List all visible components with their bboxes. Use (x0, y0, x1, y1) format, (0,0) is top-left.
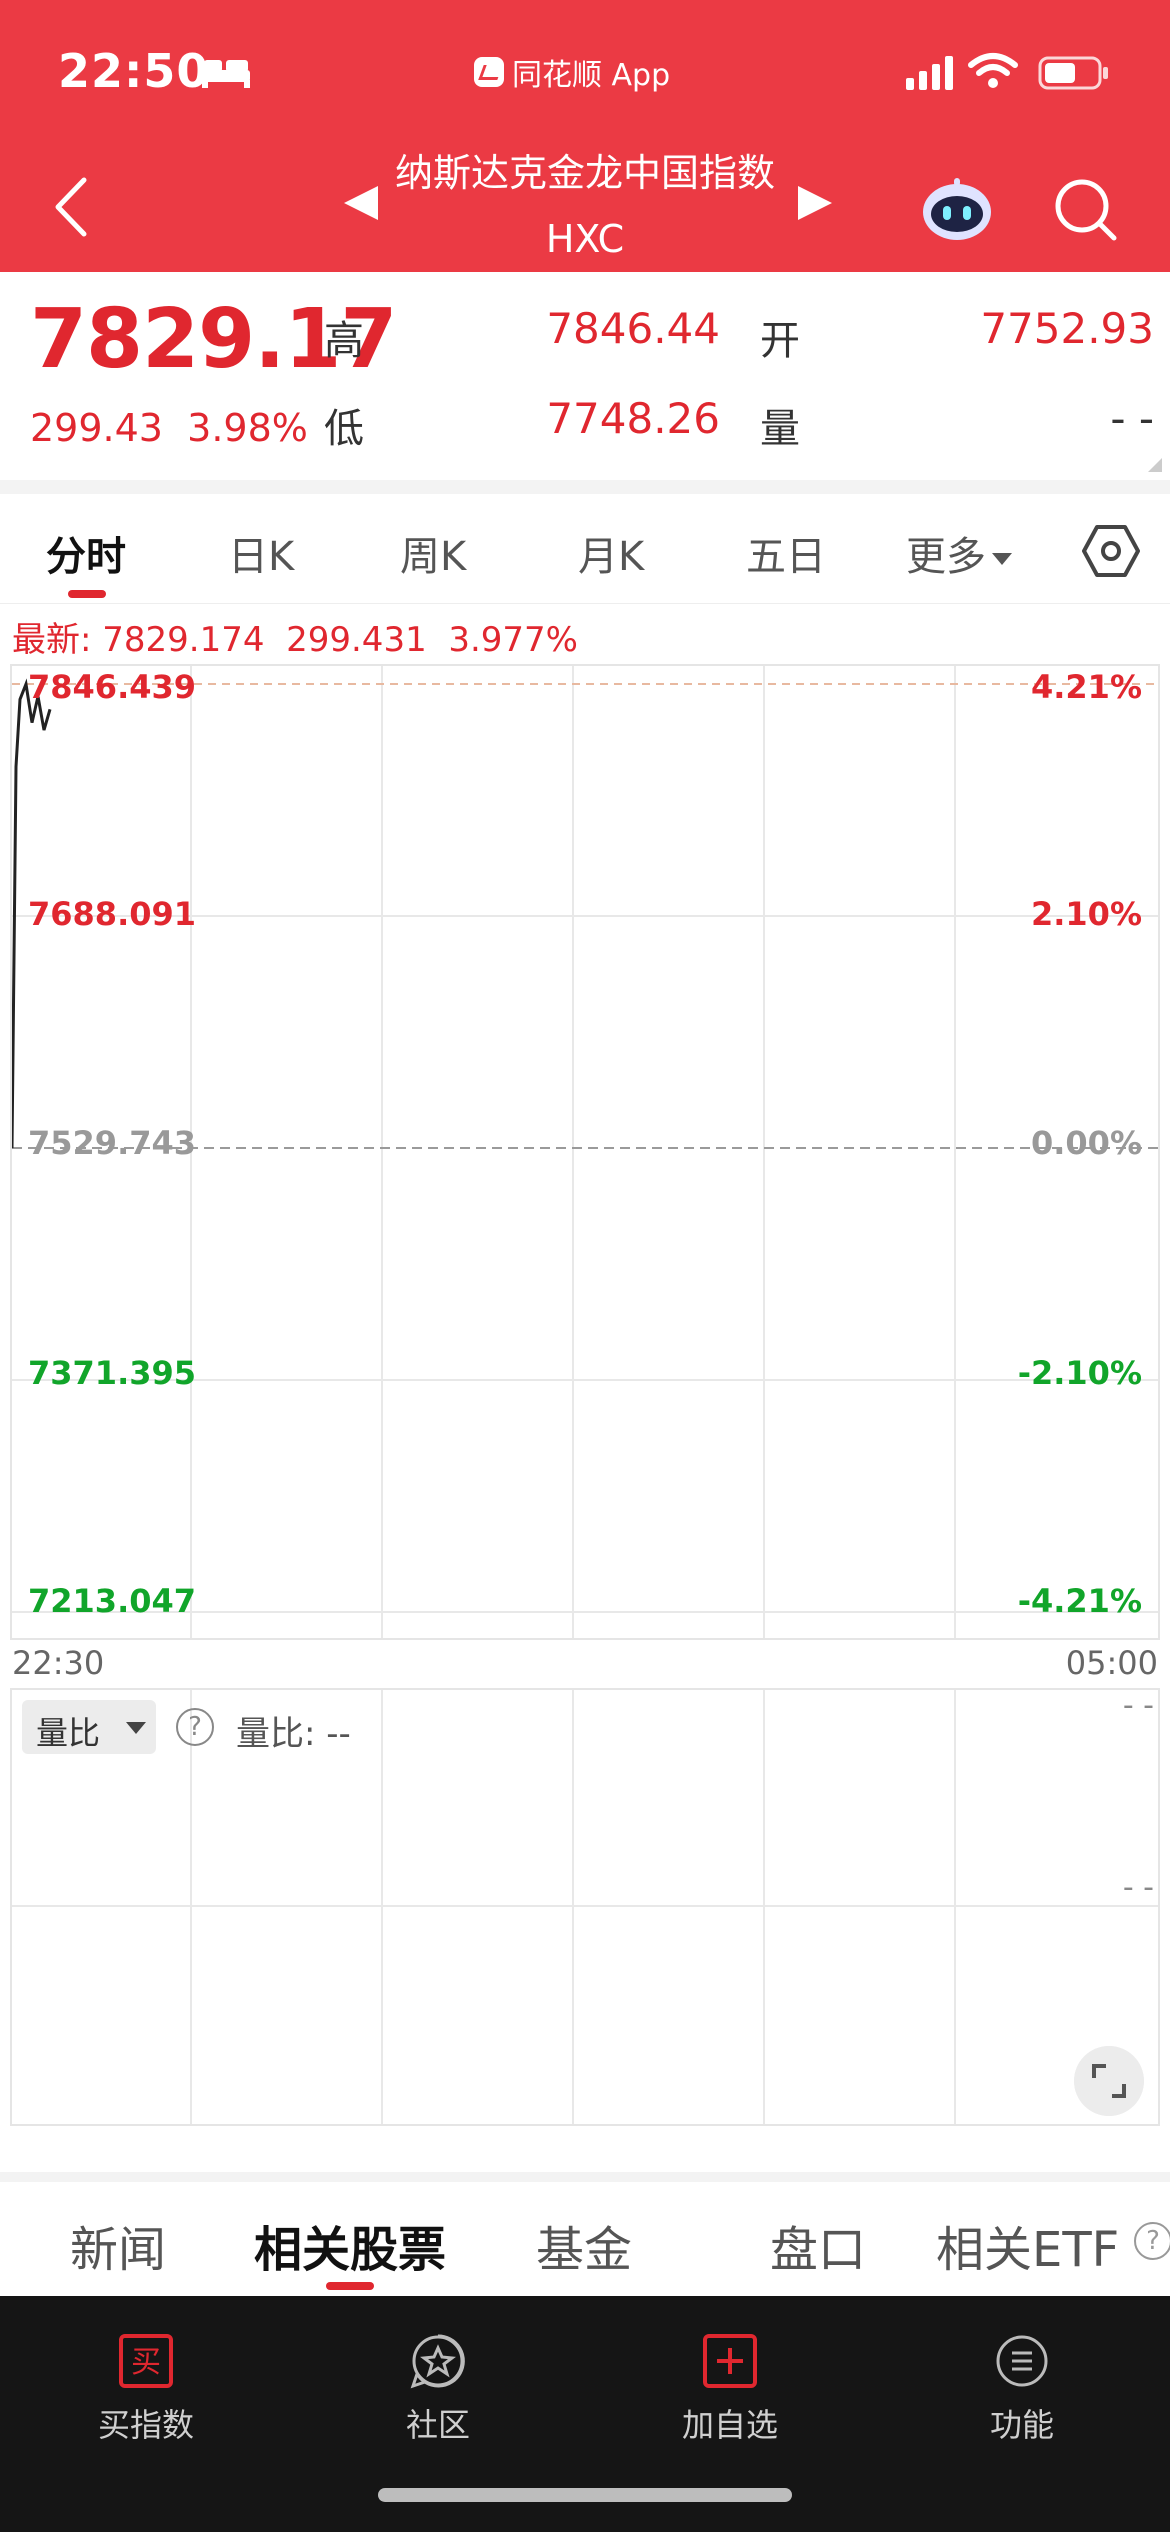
active-tab-indicator (68, 590, 106, 598)
tool-label: 社区 (405, 2406, 470, 2444)
price-change: 299.43 3.98% (30, 406, 308, 450)
y-tick-left: 7846.439 (28, 668, 197, 706)
tab-news[interactable]: 新闻 (70, 2210, 166, 2280)
latest-quote-line: 最新: 7829.174 299.431 3.977% (12, 620, 578, 660)
caret-down-icon (992, 553, 1012, 565)
page-title: 纳斯达克金龙中国指数 HXC (340, 148, 830, 268)
y-tick-right: 2.10% (1030, 895, 1142, 933)
app-name: 同花顺 App (512, 58, 671, 93)
tab-monthly-k[interactable]: 月K (578, 524, 644, 582)
low-value: 7748.26 (546, 394, 720, 443)
community-icon (410, 2334, 465, 2389)
active-tab-indicator (326, 2282, 374, 2290)
high-value: 7846.44 (546, 304, 720, 353)
help-icon[interactable]: ? (1134, 2222, 1170, 2260)
x-tick-end: 05:00 (1065, 1644, 1158, 1682)
y-tick-right: 4.21% (1030, 668, 1142, 706)
back-button[interactable] (46, 172, 96, 242)
buy-icon: 买 (119, 2334, 173, 2388)
divider (0, 480, 1170, 494)
volume-grid (12, 1690, 1158, 2124)
indicator-select-label: 量比 (36, 1714, 101, 1752)
change-value: 299.43 (30, 406, 163, 450)
related-tabs: 新闻 相关股票 基金 盘口 相关ETF ? (0, 2172, 1170, 2296)
svg-text:买: 买 (131, 2345, 161, 2380)
assistant-robot-icon[interactable] (920, 176, 994, 244)
tab-more[interactable]: 更多 (906, 524, 1012, 582)
volume-ratio-value: 量比: -- (236, 1714, 351, 1754)
return-to-app-link[interactable]: 同花顺 App (474, 50, 670, 94)
volume-label: 量 (760, 406, 800, 452)
y-tick-left: 7529.743 (28, 1124, 197, 1162)
fullscreen-icon[interactable] (1074, 2046, 1144, 2116)
settings-hexagon-icon[interactable] (1082, 522, 1140, 580)
tab-order-book[interactable]: 盘口 (770, 2210, 866, 2280)
tab-funds[interactable]: 基金 (536, 2210, 632, 2280)
tool-label: 买指数 (97, 2406, 194, 2444)
quote-panel: 7829.17 299.43 3.98% 高 7846.44 开 7752.93… (0, 272, 1170, 480)
indicator-select[interactable]: 量比 (22, 1700, 156, 1754)
functions-button[interactable]: 功能 (932, 2332, 1112, 2446)
change-percent: 3.98% (187, 406, 308, 450)
index-name: 纳斯达克金龙中国指数 (394, 151, 775, 195)
sleep-focus-icon (202, 60, 250, 88)
tab-more-label: 更多 (906, 534, 986, 580)
add-watchlist-button[interactable]: 加自选 (640, 2332, 820, 2446)
open-value: 7752.93 (980, 304, 1154, 353)
y-tick-left: 7213.047 (28, 1582, 197, 1620)
y-tick-right: -4.21% (1017, 1582, 1142, 1620)
tool-label: 功能 (989, 2406, 1054, 2444)
buy-index-button[interactable]: 买 买指数 (56, 2332, 236, 2446)
tab-weekly-k[interactable]: 周K (400, 524, 466, 582)
tab-intraday[interactable]: 分时 (46, 524, 126, 582)
help-icon[interactable]: ? (176, 1708, 214, 1746)
wifi-icon (968, 53, 1018, 88)
y-tick-right: 0.00% (1030, 1124, 1142, 1162)
tab-related-etf[interactable]: 相关ETF (936, 2210, 1119, 2280)
high-label: 高 (324, 318, 364, 364)
y-tick-left: 7371.395 (28, 1354, 197, 1392)
chart-tabs: 分时 日K 周K 月K 五日 更多 (0, 494, 1170, 604)
status-time: 22:50 (58, 44, 210, 98)
volume-ratio-panel (10, 1688, 1160, 2126)
tab-five-day[interactable]: 五日 (746, 524, 826, 582)
header: 22:50 同花顺 App 纳斯达克金龙中国指数 HXC (0, 0, 1170, 272)
app-logo-icon (474, 57, 504, 87)
intraday-chart[interactable]: 7846.439 7688.091 7529.743 7371.395 7213… (10, 664, 1160, 1640)
caret-down-icon (126, 1722, 146, 1734)
expand-corner-icon[interactable] (1148, 458, 1162, 472)
index-code: HXC (545, 217, 625, 261)
next-index-button[interactable] (798, 186, 832, 220)
community-button[interactable]: 社区 (348, 2332, 528, 2446)
volume-axis-mid: - - (1122, 1870, 1154, 1905)
tab-related-stocks[interactable]: 相关股票 (254, 2210, 446, 2280)
volume-value: - - (1110, 394, 1154, 443)
menu-icon (996, 2335, 1048, 2387)
low-label: 低 (324, 406, 364, 452)
volume-axis-top: - - (1122, 1688, 1154, 1723)
y-tick-left: 7688.091 (28, 895, 197, 933)
search-icon[interactable] (1050, 174, 1120, 244)
cellular-signal-icon (906, 56, 953, 90)
y-tick-right: -2.10% (1017, 1354, 1142, 1392)
home-indicator[interactable] (378, 2488, 792, 2502)
add-watchlist-icon (703, 2334, 757, 2388)
battery-icon (1038, 56, 1108, 90)
tool-label: 加自选 (681, 2406, 778, 2444)
open-label: 开 (760, 318, 800, 364)
tab-daily-k[interactable]: 日K (228, 524, 294, 582)
x-tick-start: 22:30 (12, 1644, 105, 1682)
